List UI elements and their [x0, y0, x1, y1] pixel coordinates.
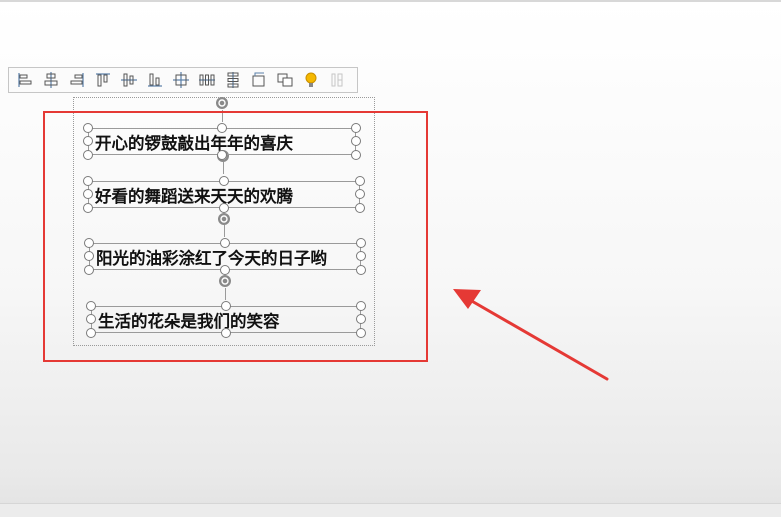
- table-layout-icon: [331, 73, 343, 87]
- distribute-horizontal-button[interactable]: [168, 69, 194, 91]
- top-border: [0, 0, 781, 2]
- align-toolbar: [8, 67, 358, 93]
- align-center-button[interactable]: [38, 69, 64, 91]
- distribute-vertical-button[interactable]: [220, 69, 246, 91]
- distribute-horizontal-spacing-icon: [199, 74, 215, 86]
- distribute-horizontal-spacing-button[interactable]: [194, 69, 220, 91]
- table-layout-button[interactable]: [324, 69, 350, 91]
- distribute-horizontal-icon: [173, 72, 189, 88]
- bottom-status-strip: [0, 503, 781, 517]
- rotate-icon: [252, 72, 265, 87]
- align-top-button[interactable]: [90, 69, 116, 91]
- annotation-highlight-box: [43, 111, 428, 362]
- group-button[interactable]: [272, 69, 298, 91]
- distribute-vertical-icon: [227, 72, 239, 88]
- align-left-button[interactable]: [12, 69, 38, 91]
- lightbulb-icon: [305, 72, 317, 87]
- align-center-icon: [44, 72, 58, 88]
- lightbulb-button[interactable]: [298, 69, 324, 91]
- align-left-icon: [18, 73, 32, 87]
- group-rotate-handle-icon[interactable]: [215, 96, 229, 110]
- rotate-button[interactable]: [246, 69, 272, 91]
- align-middle-icon: [121, 73, 137, 87]
- align-right-button[interactable]: [64, 69, 90, 91]
- align-right-icon: [70, 73, 84, 87]
- align-bottom-icon: [148, 73, 162, 87]
- align-middle-button[interactable]: [116, 69, 142, 91]
- align-top-icon: [96, 73, 110, 87]
- group-icon: [277, 73, 293, 87]
- align-bottom-button[interactable]: [142, 69, 168, 91]
